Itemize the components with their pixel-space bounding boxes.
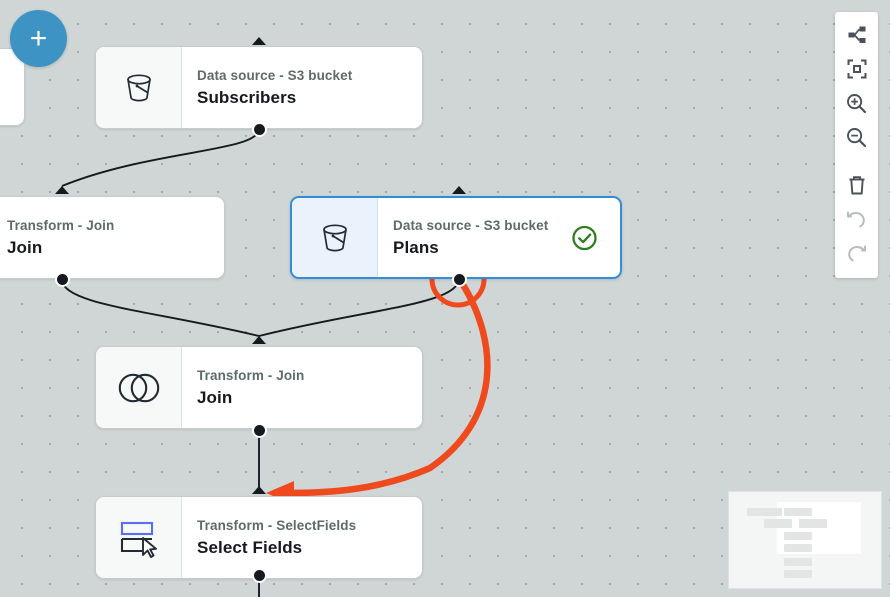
node-title: Join	[197, 388, 422, 408]
select-fields-icon	[116, 518, 162, 558]
node-subscribers[interactable]: Data source - S3 bucket Subscribers	[95, 46, 423, 129]
port-in-join[interactable]	[252, 336, 266, 344]
fit-to-screen-button[interactable]	[835, 52, 878, 86]
graph-canvas[interactable]: + Transform - Join Join Data source - S	[0, 0, 890, 597]
minimap-node	[784, 532, 812, 540]
s3-bucket-icon	[315, 218, 355, 258]
node-subtitle: Transform - SelectFields	[197, 518, 422, 533]
status-badge	[571, 224, 598, 251]
zoom-out-icon	[846, 127, 867, 148]
edge-subscribers-to-join-left	[62, 129, 259, 186]
zoom-in-icon	[846, 93, 867, 114]
node-icon-pane	[292, 198, 378, 277]
node-join-left[interactable]: Transform - Join Join	[0, 196, 225, 279]
venn-join-icon	[117, 371, 161, 405]
node-title: Join	[7, 238, 224, 258]
canvas-toolbar[interactable]	[835, 12, 878, 278]
minimap-node	[784, 508, 812, 516]
node-body: Transform - SelectFields Select Fields	[182, 497, 422, 578]
zoom-in-button[interactable]	[835, 86, 878, 120]
minimap-node	[764, 519, 792, 528]
node-subtitle: Transform - Join	[197, 368, 422, 383]
minimap-node	[747, 508, 782, 516]
node-subtitle: Transform - Join	[7, 218, 224, 233]
node-title: Select Fields	[197, 538, 422, 558]
node-body: Transform - Join Join	[0, 197, 224, 278]
node-select-fields[interactable]: Transform - SelectFields Select Fields	[95, 496, 423, 579]
share-graph-icon	[847, 25, 867, 45]
minimap-node	[784, 558, 812, 566]
port-in-join-left[interactable]	[55, 186, 69, 194]
undo-button[interactable]	[835, 202, 878, 236]
share-graph-button[interactable]	[835, 18, 878, 52]
node-title: Subscribers	[197, 88, 422, 108]
trash-icon	[847, 175, 867, 196]
edge-plans-to-join	[259, 278, 459, 336]
port-in-select-fields[interactable]	[252, 486, 266, 494]
redo-button[interactable]	[835, 236, 878, 270]
minimap-node	[784, 570, 812, 578]
plus-icon: +	[30, 26, 48, 52]
delete-button[interactable]	[835, 168, 878, 202]
node-plans[interactable]: Data source - S3 bucket Plans	[290, 196, 622, 279]
minimap[interactable]	[728, 491, 882, 589]
minimap-node	[799, 519, 827, 528]
node-body: Transform - Join Join	[182, 347, 422, 428]
port-in-subscribers[interactable]	[252, 37, 266, 45]
node-icon-pane	[96, 47, 182, 128]
redo-icon	[846, 244, 867, 263]
node-body: Data source - S3 bucket Plans	[378, 198, 620, 277]
node-icon-pane	[96, 347, 182, 428]
port-in-plans[interactable]	[452, 186, 466, 194]
check-circle-icon	[571, 224, 598, 251]
undo-icon	[846, 210, 867, 229]
s3-bucket-icon	[119, 68, 159, 108]
node-join[interactable]: Transform - Join Join	[95, 346, 423, 429]
zoom-out-button[interactable]	[835, 120, 878, 154]
node-icon-pane	[96, 497, 182, 578]
node-subtitle: Data source - S3 bucket	[197, 68, 422, 83]
fit-to-screen-icon	[847, 59, 867, 79]
edge-join-left-to-join	[62, 279, 259, 336]
node-body: Data source - S3 bucket Subscribers	[182, 47, 422, 128]
minimap-node	[784, 544, 812, 552]
add-node-button[interactable]: +	[10, 10, 67, 67]
